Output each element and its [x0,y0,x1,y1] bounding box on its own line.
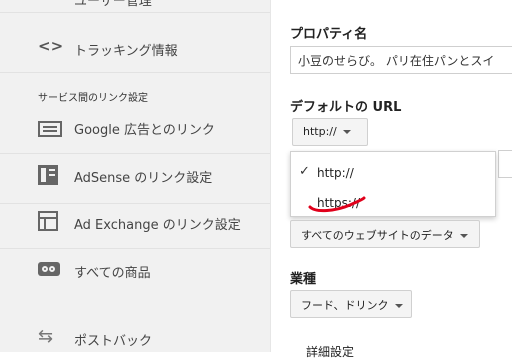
industry-dropdown[interactable]: フード、ドリンク [290,290,412,318]
protocol-dropdown-value: http:// [303,125,337,138]
sidebar-item-label: ポストバック [74,334,153,349]
sidebar-item-label: AdSense のリンク設定 [74,171,213,186]
sidebar: ユーザー管理 <> トラッキング情報 サービス間のリンク設定 Google 広告… [0,0,271,352]
protocol-option-http[interactable]: ✓ http:// [291,158,497,188]
sidebar-item-label: トラッキング情報 [74,44,178,59]
chevron-down-icon [394,304,403,308]
url-input-partial[interactable] [498,150,512,178]
sidebar-item-label: ユーザー管理 [74,0,152,9]
option-label: http:// [317,166,354,180]
industry-label: 業種 [290,272,317,287]
postback-icon: ⇆ [38,326,54,347]
sidebar-item-user-management[interactable]: ユーザー管理 [0,0,270,13]
property-name-label: プロパティ名 [290,27,368,42]
sidebar-item-all-products[interactable]: すべての商品 [0,248,270,298]
chevron-down-icon [459,234,468,238]
sidebar-item-ad-exchange[interactable]: Ad Exchange のリンク設定 [0,198,270,249]
sidebar-item-label: Google 広告とのリンク [74,123,215,138]
sidebar-item-label: すべての商品 [74,266,151,281]
check-icon: ✓ [299,164,310,179]
sidebar-item-label: Ad Exchange のリンク設定 [74,218,241,233]
sidebar-item-postback[interactable]: ⇆ ポストバック [0,316,270,352]
ads-icon [38,121,62,137]
protocol-dropdown[interactable]: http:// [292,118,368,146]
chevron-down-icon [342,130,351,134]
section-title: サービス間のリンク設定 [38,93,148,104]
industry-value: フード、ドリンク [301,299,389,312]
adsense-icon [38,165,58,185]
property-name-input[interactable]: 小豆のせらび。 パリ在住パンとスイ [290,46,512,74]
sidebar-item-google-ads[interactable]: Google 広告とのリンク [0,103,270,154]
link-icon [38,262,60,276]
ad-exchange-icon [38,211,58,231]
view-select-dropdown[interactable]: すべてのウェブサイトのデータ [290,220,480,248]
code-icon: <> [38,37,64,55]
sidebar-item-tracking[interactable]: <> トラッキング情報 [0,22,270,73]
view-select-value: すべてのウェブサイトのデータ [301,229,454,242]
default-url-label: デフォルトの URL [290,100,402,115]
sidebar-item-adsense[interactable]: AdSense のリンク設定 [0,153,270,204]
annotation-underline [308,196,366,213]
